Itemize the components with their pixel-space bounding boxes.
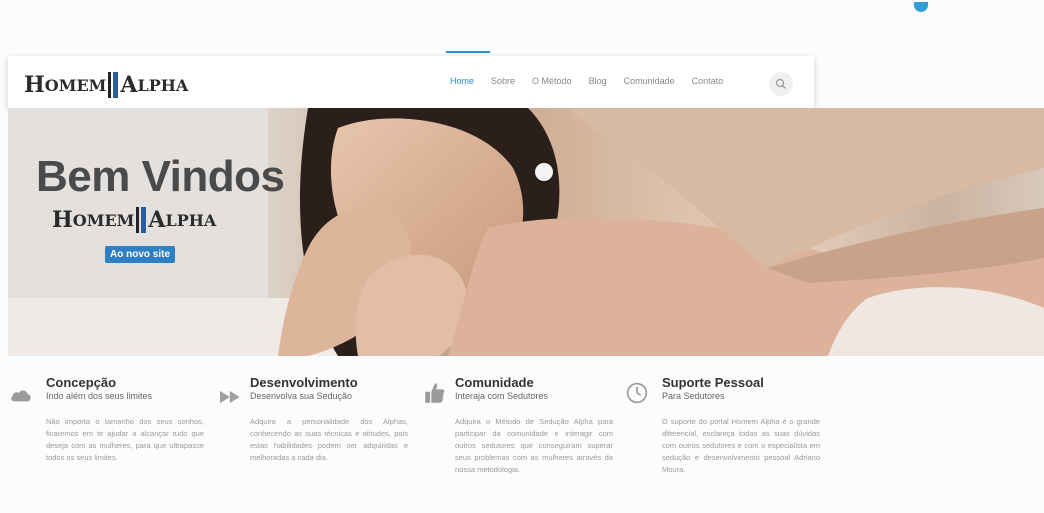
top-strip xyxy=(0,0,1044,56)
menu-item-o-metodo[interactable]: O Método xyxy=(532,76,572,86)
thumbs-up-icon xyxy=(425,383,445,403)
nav-active-indicator xyxy=(446,51,490,53)
main-menu: Home Sobre O Método Blog Comunidade Cont… xyxy=(450,76,740,86)
hero-logo: H OMEM A LPHA xyxy=(52,206,216,234)
site-logo[interactable]: H OMEM A LPHA xyxy=(24,71,188,99)
feature-subtitle: Para Sedutores xyxy=(662,391,725,401)
feature-body: Adquira a personalidade dos Alphas, conh… xyxy=(250,417,408,462)
logo-bar xyxy=(108,72,112,98)
fast-forward-icon xyxy=(220,390,240,404)
feature-body: O suporte do portal Homem Alpha é o gran… xyxy=(662,417,820,474)
feature-subtitle: Desenvolva sua Sedução xyxy=(250,391,353,401)
feature-title: Comunidade xyxy=(455,375,534,390)
logo-word: LPHA xyxy=(137,75,189,95)
search-button[interactable] xyxy=(769,72,793,96)
hero-badge[interactable]: Ao novo site xyxy=(105,246,176,263)
logo-word: OMEM xyxy=(44,75,107,95)
feature-body: Não importa o tamanho dos seus sonhos, f… xyxy=(46,417,204,462)
logo-bar-blue xyxy=(141,207,147,233)
menu-item-home[interactable]: Home xyxy=(450,76,474,86)
hero-title: Bem Vindos xyxy=(36,152,285,201)
feature-title: Concepção xyxy=(46,375,117,390)
feature-subtitle: Indo além dos seus limites xyxy=(46,391,153,401)
features-section: Concepção Indo além dos seus limites Não… xyxy=(0,370,1044,513)
feature-title: Desenvolvimento xyxy=(250,375,358,390)
cloud-icon xyxy=(11,390,31,402)
logo-letter: A xyxy=(148,207,166,233)
feature-body: Adquira o Método de Sedução Alpha para p… xyxy=(455,417,613,474)
search-icon xyxy=(775,78,786,89)
feature-subtitle: Interaja com Sedutores xyxy=(455,391,549,401)
logo-word: OMEM xyxy=(72,210,135,230)
feature-title: Suporte Pessoal xyxy=(662,375,764,390)
logo-bar-blue xyxy=(113,72,119,98)
logo-bar xyxy=(136,207,140,233)
menu-item-contato[interactable]: Contato xyxy=(692,76,724,86)
logo-letter: H xyxy=(24,72,45,98)
menu-item-comunidade[interactable]: Comunidade xyxy=(624,76,675,86)
menu-item-blog[interactable]: Blog xyxy=(589,76,607,86)
logo-word: LPHA xyxy=(165,210,217,230)
menu-item-sobre[interactable]: Sobre xyxy=(491,76,515,86)
page: H OMEM A LPHA Home Sobre O Método Blog C… xyxy=(0,0,1044,513)
logo-letter: H xyxy=(52,207,73,233)
logo-letter: A xyxy=(120,72,138,98)
clock-icon xyxy=(626,382,648,404)
